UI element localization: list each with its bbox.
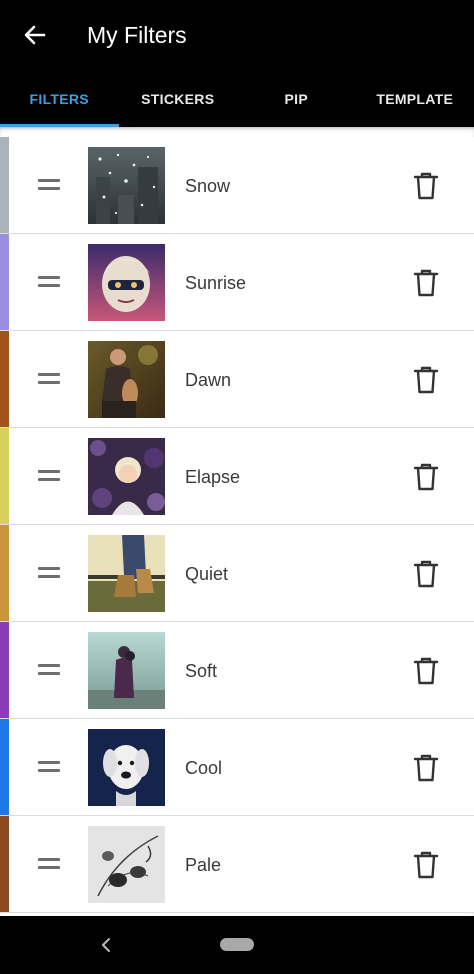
filter-thumbnail — [88, 341, 165, 418]
filter-name: Sunrise — [185, 273, 247, 293]
filter-color-stripe — [0, 331, 9, 427]
drag-handle-icon[interactable] — [38, 759, 60, 775]
filter-row-soft[interactable]: Soft — [0, 622, 474, 719]
filter-thumbnail — [88, 244, 165, 321]
delete-button[interactable] — [410, 364, 442, 396]
filter-list[interactable]: Snow Sunrise Dawn Elapse Quiet Soft Cool… — [0, 127, 474, 916]
filter-row-sunrise[interactable]: Sunrise — [0, 234, 474, 331]
delete-button[interactable] — [410, 461, 442, 493]
drag-handle-icon[interactable] — [38, 371, 60, 387]
filter-color-stripe — [0, 622, 9, 718]
filter-name: Soft — [185, 661, 218, 681]
filter-row-dawn[interactable]: Dawn — [0, 331, 474, 428]
trash-icon — [413, 269, 439, 297]
tab-filters[interactable]: FILTERS — [0, 70, 119, 127]
filter-thumbnail — [88, 535, 165, 612]
trash-icon — [413, 172, 439, 200]
delete-button[interactable] — [410, 752, 442, 784]
tab-bar: FILTERS STICKERS PIP TEMPLATE — [0, 70, 474, 127]
drag-handle-icon[interactable] — [38, 565, 60, 581]
tab-template[interactable]: TEMPLATE — [356, 70, 474, 127]
delete-button[interactable] — [410, 655, 442, 687]
drag-handle-icon[interactable] — [38, 856, 60, 872]
delete-button[interactable] — [410, 170, 442, 202]
app-bar: My Filters — [0, 0, 474, 70]
nav-back-icon — [102, 938, 110, 952]
filter-name: Cool — [185, 758, 223, 778]
filter-row-cool[interactable]: Cool — [0, 719, 474, 816]
delete-button[interactable] — [410, 267, 442, 299]
drag-handle-icon[interactable] — [38, 274, 60, 290]
filter-thumbnail — [88, 632, 165, 709]
nav-back-button[interactable] — [96, 933, 116, 957]
drag-handle-icon[interactable] — [38, 468, 60, 484]
drag-handle-icon[interactable] — [38, 177, 60, 193]
filter-color-stripe — [0, 428, 9, 524]
filter-color-stripe — [0, 137, 9, 233]
filter-color-stripe — [0, 234, 9, 330]
trash-icon — [413, 851, 439, 879]
filter-thumbnail — [88, 729, 165, 806]
filter-thumbnail — [88, 147, 165, 224]
filter-color-stripe — [0, 719, 9, 815]
trash-icon — [413, 754, 439, 782]
arrow-left-icon — [24, 25, 46, 45]
filter-name: Quiet — [185, 564, 229, 584]
tab-stickers[interactable]: STICKERS — [119, 70, 238, 127]
trash-icon — [413, 463, 439, 491]
drag-handle-icon[interactable] — [38, 662, 60, 678]
filter-color-stripe — [0, 525, 9, 621]
filter-name: Pale — [185, 855, 222, 875]
filter-row-pale[interactable]: Pale — [0, 816, 474, 913]
trash-icon — [413, 657, 439, 685]
filter-thumbnail — [88, 826, 165, 903]
tab-pip[interactable]: PIP — [237, 70, 356, 127]
filter-color-stripe — [0, 816, 9, 912]
trash-icon — [413, 560, 439, 588]
delete-button[interactable] — [410, 558, 442, 590]
filter-row-elapse[interactable]: Elapse — [0, 428, 474, 525]
filter-name: Dawn — [185, 370, 232, 390]
filter-name: Elapse — [185, 467, 241, 487]
trash-icon — [413, 366, 439, 394]
delete-button[interactable] — [410, 849, 442, 881]
filter-row-snow[interactable]: Snow — [0, 137, 474, 234]
page-title: My Filters — [87, 22, 187, 48]
filter-row-quiet[interactable]: Quiet — [0, 525, 474, 622]
home-pill-icon[interactable] — [220, 938, 254, 951]
filter-name: Snow — [185, 176, 231, 196]
back-button[interactable] — [18, 18, 52, 52]
filter-thumbnail — [88, 438, 165, 515]
